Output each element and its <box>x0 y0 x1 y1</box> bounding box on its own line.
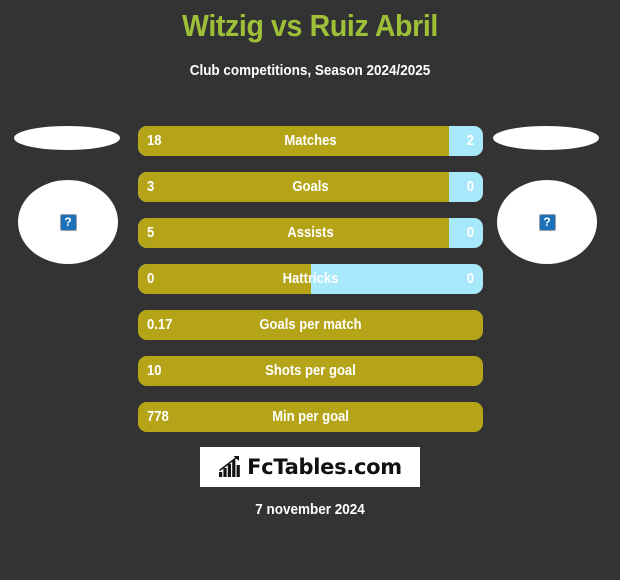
fctables-logo[interactable]: FcTables.com <box>200 447 420 487</box>
report-date: 7 november 2024 <box>255 502 365 518</box>
stat-row-label: Assists <box>287 225 334 241</box>
player-right-photo-ellipse: ? <box>497 180 597 264</box>
stat-row-home-value: 5 <box>147 225 155 241</box>
stat-row-away-value: 0 <box>466 225 474 241</box>
stats-comparison-page: Witzig vs Ruiz Abril Club competitions, … <box>0 0 620 580</box>
stat-row-label: Matches <box>284 133 337 149</box>
page-subtitle: Club competitions, Season 2024/2025 <box>189 63 431 79</box>
broken-image-icon: ? <box>59 213 77 231</box>
stat-row-label: Min per goal <box>272 409 349 425</box>
stat-row: 0 Hattricks 0 <box>138 264 483 294</box>
stat-row-away-value: 2 <box>466 133 474 149</box>
page-title: Witzig vs Ruiz Abril <box>182 8 438 43</box>
broken-image-glyph: ? <box>64 215 72 229</box>
stat-row-label: Goals <box>292 179 329 195</box>
stat-row: 778 Min per goal <box>138 402 483 432</box>
stat-row: 3 Goals 0 <box>138 172 483 202</box>
player-left-photo-top-ellipse <box>14 126 120 150</box>
stat-row-label: Goals per match <box>259 317 362 333</box>
stat-row-away-value: 0 <box>466 271 474 287</box>
stat-row-away-value: 0 <box>466 179 474 195</box>
player-left-photo-ellipse: ? <box>18 180 118 264</box>
bar-chart-growth-icon <box>219 456 240 477</box>
broken-image-icon: ? <box>538 213 556 231</box>
stat-row: 5 Assists 0 <box>138 218 483 248</box>
player-left-photo: ? <box>8 118 133 278</box>
stat-row-home-value: 0 <box>147 271 155 287</box>
stat-bars-list: 18 Matches 2 3 Goals 0 5 Assists 0 0 Hattricks 0 0.1… <box>138 126 483 448</box>
player-right-photo: ? <box>487 118 612 278</box>
broken-image-glyph: ? <box>543 215 551 229</box>
player-right-photo-top-ellipse <box>493 126 599 150</box>
stat-row: 10 Shots per goal <box>138 356 483 386</box>
stat-row: 18 Matches 2 <box>138 126 483 156</box>
stat-row-home-value: 3 <box>147 179 155 195</box>
fctables-logo-text: FcTables.com <box>247 454 402 479</box>
stat-row-label: Hattricks <box>282 271 339 287</box>
stat-row-label: Shots per goal <box>265 363 356 379</box>
stat-row: 0.17 Goals per match <box>138 310 483 340</box>
